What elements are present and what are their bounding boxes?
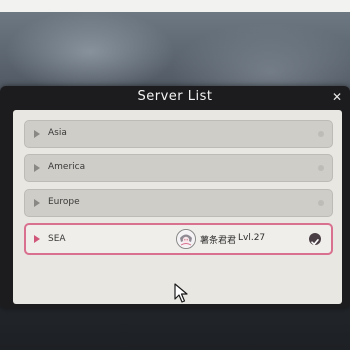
- player-avatar: [176, 229, 196, 249]
- play-arrow-icon: [34, 130, 40, 138]
- player-level: Lvl.27: [238, 233, 266, 243]
- server-row-asia[interactable]: Asia: [24, 120, 333, 148]
- server-list-dialog: Server List ✕ Asia America Europe SEA 薯条…: [0, 86, 350, 308]
- server-name: Europe: [48, 197, 80, 207]
- play-arrow-icon: [34, 164, 40, 172]
- close-icon[interactable]: ✕: [330, 90, 344, 104]
- avatar-portrait-icon: [177, 230, 195, 248]
- play-arrow-icon: [34, 199, 40, 207]
- server-row-europe[interactable]: Europe: [24, 189, 333, 217]
- play-arrow-icon: [34, 235, 40, 243]
- dialog-title: Server List: [137, 89, 213, 104]
- status-dot-icon: [318, 165, 324, 171]
- status-dot-icon: [318, 200, 324, 206]
- player-name: 薯条君君: [200, 236, 237, 246]
- top-strip: [0, 0, 350, 12]
- server-list-panel: Asia America Europe SEA 薯条君君 Lvl.27: [13, 110, 342, 304]
- server-row-america[interactable]: America: [24, 154, 333, 182]
- server-name: SEA: [48, 234, 66, 244]
- server-name: America: [48, 162, 86, 172]
- selected-check-icon: [309, 233, 321, 246]
- dialog-title-bar: Server List ✕: [0, 86, 350, 110]
- mouse-cursor-icon: [174, 283, 188, 303]
- status-dot-icon: [318, 131, 324, 137]
- server-row-sea[interactable]: SEA 薯条君君 Lvl.27: [24, 223, 333, 255]
- server-name: Asia: [48, 128, 67, 138]
